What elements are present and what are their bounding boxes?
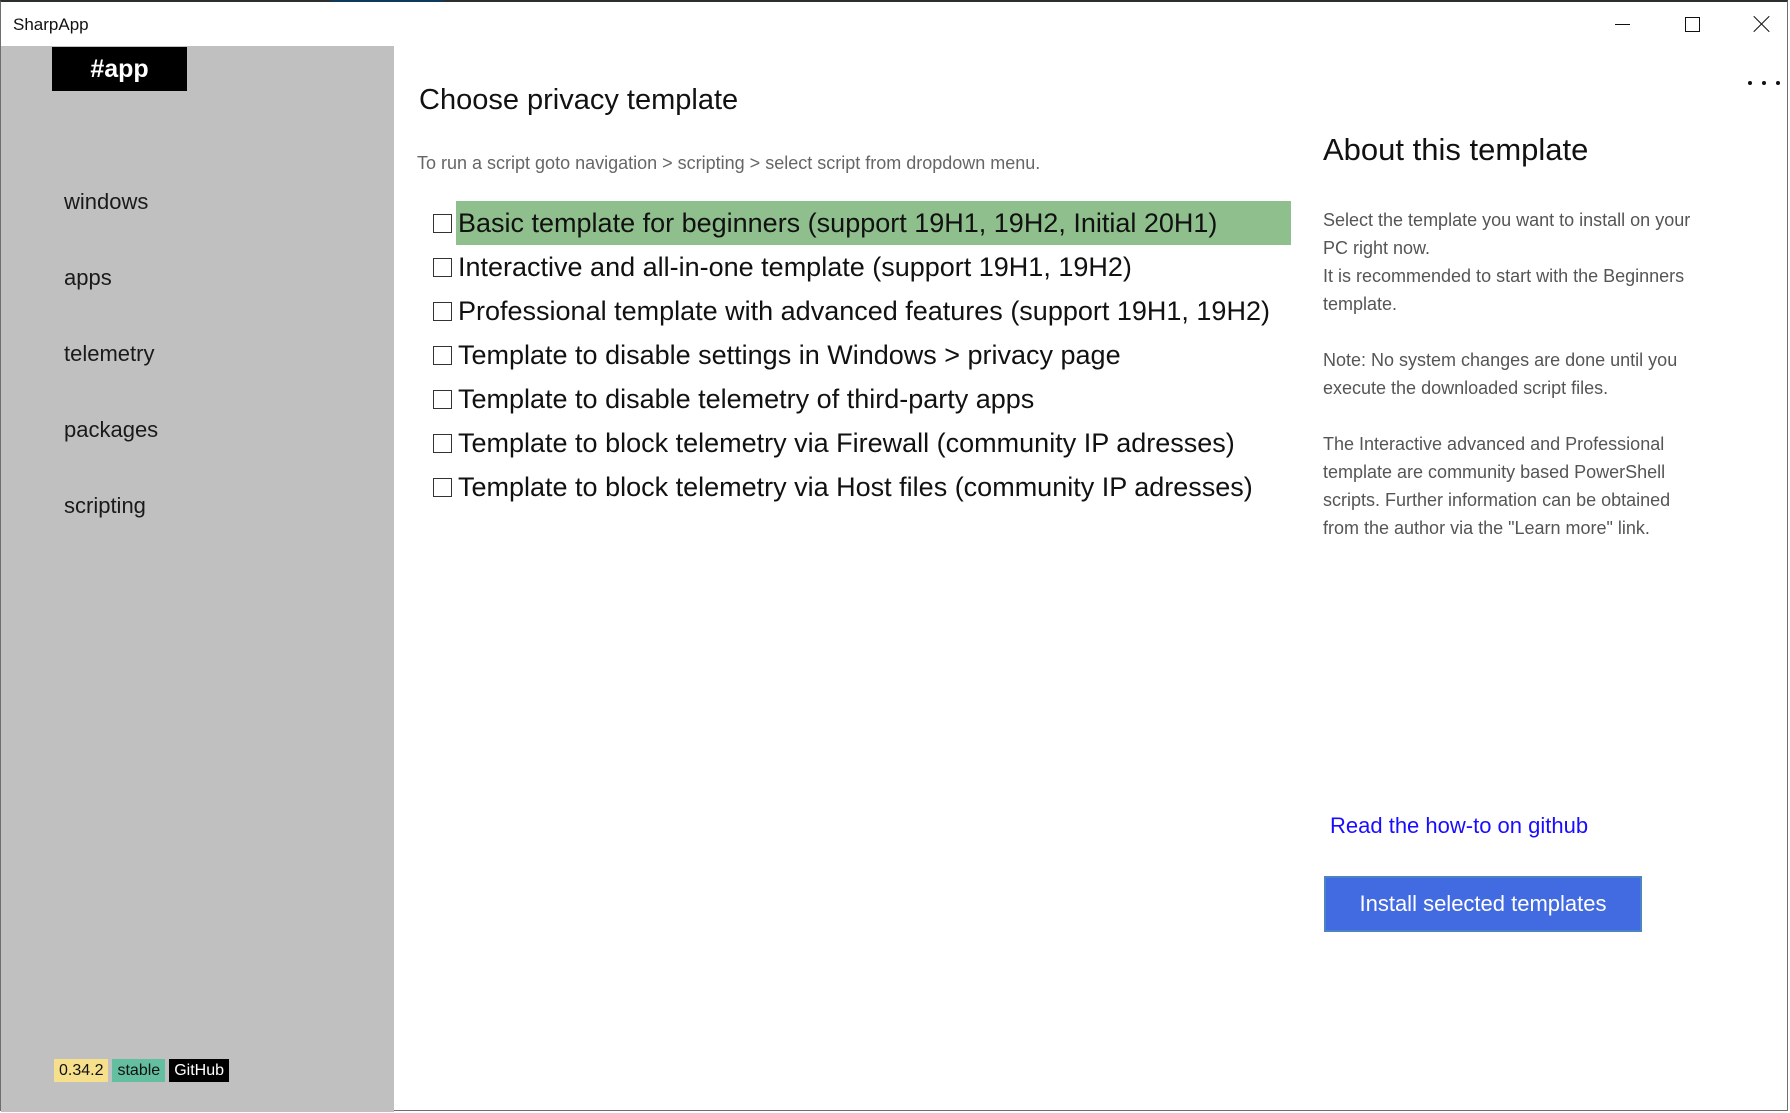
more-dot-icon bbox=[1748, 81, 1752, 85]
template-checkbox[interactable] bbox=[433, 389, 452, 409]
template-item[interactable]: Template to block telemetry via Firewall… bbox=[433, 421, 1291, 465]
page-hint: To run a script goto navigation > script… bbox=[417, 153, 1041, 173]
about-panel: About this template Select the template … bbox=[1323, 132, 1743, 570]
template-label: Template to disable settings in Windows … bbox=[458, 340, 1121, 370]
maximize-button[interactable] bbox=[1657, 2, 1727, 46]
close-icon bbox=[1754, 16, 1770, 32]
version-badge: 0.34.2 bbox=[54, 1059, 109, 1082]
template-item[interactable]: Professional template with advanced feat… bbox=[433, 289, 1291, 333]
more-dot-icon bbox=[1776, 81, 1780, 85]
app-logo[interactable]: #app bbox=[52, 47, 187, 91]
maximize-icon bbox=[1684, 16, 1700, 32]
template-label: Template to block telemetry via Firewall… bbox=[458, 428, 1235, 458]
title-bar: SharpApp bbox=[1, 2, 1787, 46]
template-item[interactable]: Basic template for beginners (support 19… bbox=[433, 201, 1291, 245]
more-options-button[interactable] bbox=[1748, 72, 1780, 94]
template-item[interactable]: Template to disable telemetry of third-p… bbox=[433, 377, 1291, 421]
about-title: About this template bbox=[1323, 132, 1589, 167]
minimize-icon bbox=[1614, 23, 1630, 25]
sidebar-item-apps[interactable]: apps bbox=[64, 258, 158, 334]
install-templates-button[interactable]: Install selected templates bbox=[1324, 876, 1642, 932]
template-item[interactable]: Template to block telemetry via Host fil… bbox=[433, 465, 1291, 509]
template-checkbox[interactable] bbox=[433, 433, 452, 453]
template-item[interactable]: Template to disable settings in Windows … bbox=[433, 333, 1291, 377]
window-title: SharpApp bbox=[13, 15, 89, 34]
more-dot-icon bbox=[1762, 81, 1766, 85]
sidebar-item-telemetry[interactable]: telemetry bbox=[64, 334, 158, 410]
minimize-button[interactable] bbox=[1587, 2, 1657, 46]
template-checkbox[interactable] bbox=[433, 213, 452, 233]
template-checkbox[interactable] bbox=[433, 477, 452, 497]
template-checkbox[interactable] bbox=[433, 301, 452, 321]
template-checkbox[interactable] bbox=[433, 257, 452, 277]
sidebar-item-scripting[interactable]: scripting bbox=[64, 486, 158, 562]
template-item[interactable]: Interactive and all-in-one template (sup… bbox=[433, 245, 1291, 289]
version-badges: 0.34.2 stable GitHub bbox=[54, 1059, 229, 1082]
template-label: Professional template with advanced feat… bbox=[458, 296, 1270, 326]
template-label: Interactive and all-in-one template (sup… bbox=[458, 252, 1132, 282]
github-badge-link[interactable]: GitHub bbox=[169, 1059, 229, 1082]
template-label: Basic template for beginners (support 19… bbox=[456, 201, 1291, 245]
sidebar-item-packages[interactable]: packages bbox=[64, 410, 158, 486]
sidebar: #app windows apps telemetry packages scr… bbox=[1, 46, 394, 1112]
template-label: Template to block telemetry via Host fil… bbox=[458, 472, 1253, 502]
sidebar-nav: windows apps telemetry packages scriptin… bbox=[64, 182, 158, 562]
howto-github-link[interactable]: Read the how-to on github bbox=[1330, 813, 1588, 839]
close-button[interactable] bbox=[1727, 2, 1790, 46]
app-window: SharpApp #app windows apps telemetry pac… bbox=[0, 0, 1788, 1112]
channel-badge: stable bbox=[112, 1059, 166, 1082]
about-paragraph: Select the template you want to install … bbox=[1323, 210, 1691, 314]
sidebar-item-windows[interactable]: windows bbox=[64, 182, 158, 258]
template-label: Template to disable telemetry of third-p… bbox=[458, 384, 1035, 414]
about-note: Note: No system changes are done until y… bbox=[1323, 350, 1678, 398]
template-list: Basic template for beginners (support 19… bbox=[433, 201, 1291, 509]
page-title: Choose privacy template bbox=[419, 84, 739, 116]
about-community-info: The Interactive advanced and Professiona… bbox=[1323, 434, 1671, 538]
template-checkbox[interactable] bbox=[433, 345, 452, 365]
